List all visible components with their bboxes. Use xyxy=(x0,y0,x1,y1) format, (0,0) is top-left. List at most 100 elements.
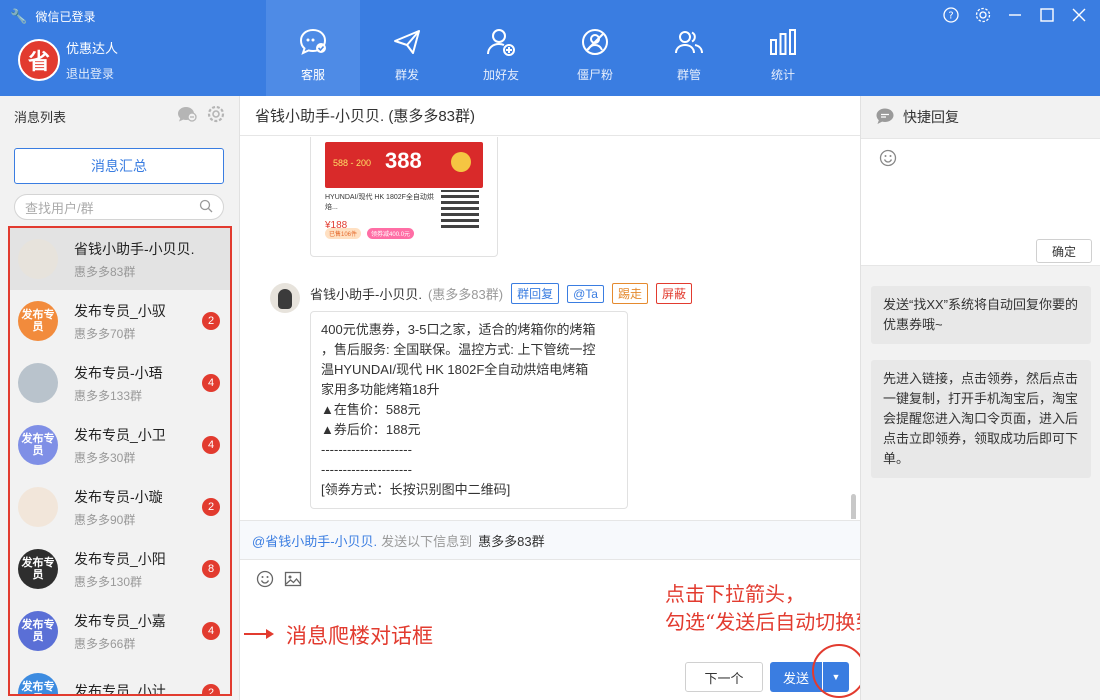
message-list-panel: 消息列表 消息汇总 查找用户/群 省钱小助手-小贝贝. 惠多多83群 发布专员 发布专… xyxy=(0,96,240,700)
contact-item[interactable]: 发布专员 发布专员_小计 2 xyxy=(10,662,230,696)
unread-badge: 2 xyxy=(202,684,220,694)
contact-name: 发布专员_小驭 xyxy=(74,302,166,319)
quick-reply-header: 快捷回复 xyxy=(861,96,1100,138)
bar-chart-icon xyxy=(770,29,796,55)
target-group: 惠多多83群 xyxy=(478,533,545,549)
search-input[interactable]: 查找用户/群 xyxy=(14,194,224,220)
mention-target[interactable]: @省钱小助手-小贝贝. xyxy=(252,531,377,550)
logout-link[interactable]: 退出登录 xyxy=(66,65,118,82)
contact-name: 发布专员_小卫 xyxy=(74,426,166,443)
settings-icon[interactable] xyxy=(974,6,992,24)
confirm-button[interactable]: 确定 xyxy=(1036,239,1092,263)
qr-code-icon xyxy=(441,190,479,228)
help-icon[interactable]: ? xyxy=(942,6,960,24)
search-icon[interactable] xyxy=(199,199,213,216)
compose-toolbar xyxy=(256,570,302,593)
contact-group: 惠多多83群 xyxy=(74,264,136,279)
avatar xyxy=(18,239,58,279)
quick-reply-card[interactable]: 先进入链接，点击领券，然后点击一键复制，打开手机淘宝后，淘宝会提醒您进入淘口令页… xyxy=(871,360,1091,478)
tab-add-friend[interactable]: 加好友 xyxy=(454,0,548,96)
search-placeholder: 查找用户/群 xyxy=(25,200,94,216)
tab-group-manage[interactable]: 群管 xyxy=(642,0,736,96)
speech-bubble-icon xyxy=(875,107,895,128)
quick-reply-title: 快捷回复 xyxy=(903,109,959,125)
message-line: ▲券后价：188元 xyxy=(321,422,421,437)
emoji-icon[interactable] xyxy=(256,570,274,593)
quick-reply-editor[interactable]: 确定 xyxy=(861,138,1100,266)
login-status-text: 微信已登录 xyxy=(35,10,96,24)
contact-group: 惠多多30群 xyxy=(74,450,136,465)
notice-text: 发送以下信息到 xyxy=(381,533,473,549)
message-line: 温HYUNDAI/现代 HK 1802F全自动烘焙电烤箱 xyxy=(321,362,589,377)
banner-small-text: 588 - 200 xyxy=(333,158,372,168)
contact-item[interactable]: 发布专员 发布专员_小驭 惠多多70群 2 xyxy=(10,290,230,352)
gear-icon[interactable] xyxy=(207,105,225,128)
contact-group: 惠多多70群 xyxy=(74,326,136,341)
zombie-fan-icon xyxy=(582,29,608,55)
contact-name: 发布专员_小计 xyxy=(74,683,166,696)
unread-badge: 4 xyxy=(202,374,220,392)
contact-item[interactable]: 发布专员 发布专员_小嘉 惠多多66群 4 xyxy=(10,600,230,662)
contact-list: 省钱小助手-小贝贝. 惠多多83群 发布专员 发布专员_小驭 惠多多70群 2 发布专员-小… xyxy=(8,226,232,696)
chat-check-icon xyxy=(299,28,327,55)
nav-tabs: 客服 群发 加好友 僵尸粉 群管 统计 xyxy=(266,0,830,96)
contact-group: 惠多多66群 xyxy=(74,636,136,651)
contact-item[interactable]: 发布专员-小珸 惠多多133群 4 xyxy=(10,352,230,414)
unread-badge: 8 xyxy=(202,560,220,578)
message-line: 400元优惠券，3-5口之家，适合的烤箱你的烤箱 xyxy=(321,322,596,337)
avatar[interactable] xyxy=(270,283,300,313)
product-image-card[interactable]: 588 - 200 388 HYUNDAI/现代 HK 1802F全自动烘焙..… xyxy=(310,137,498,257)
unread-badge: 2 xyxy=(202,498,220,516)
contact-item[interactable]: 发布专员-小璇 惠多多90群 2 xyxy=(10,476,230,538)
add-user-icon xyxy=(487,29,515,56)
coupon-tag: 领券减400.0元 xyxy=(367,228,415,239)
avatar: 发布专员 xyxy=(18,611,58,651)
sender-group: (惠多多83群) xyxy=(427,287,504,302)
avatar: 发布专员 xyxy=(18,425,58,465)
maximize-icon[interactable] xyxy=(1038,6,1056,24)
contact-item[interactable]: 省钱小助手-小贝贝. 惠多多83群 xyxy=(10,228,230,290)
login-status: 🔧 微信已登录 xyxy=(10,8,95,25)
avatar: 发布专员 xyxy=(18,301,58,341)
message-line: 家用多功能烤箱18升 xyxy=(321,382,440,397)
next-button[interactable]: 下一个 xyxy=(685,662,763,692)
avatar: 发布专员 xyxy=(18,673,58,694)
contact-name: 发布专员_小阳 xyxy=(74,550,166,567)
coupon-banner: 588 - 200 388 xyxy=(325,142,483,188)
send-target-notice: @省钱小助手-小贝贝. 发送以下信息到 惠多多83群 xyxy=(240,520,860,560)
kick-button[interactable]: 踢走 xyxy=(611,283,648,304)
block-button[interactable]: 屏蔽 xyxy=(655,283,692,304)
unread-badge: 2 xyxy=(202,312,220,330)
chat-minus-icon[interactable] xyxy=(177,105,197,128)
unread-badge: 4 xyxy=(202,622,220,640)
tab-broadcast[interactable]: 群发 xyxy=(360,0,454,96)
annotation-arrow xyxy=(244,629,274,639)
message-history[interactable]: 588 - 200 388 HYUNDAI/现代 HK 1802F全自动烘焙..… xyxy=(240,137,860,519)
contact-group: 惠多多133群 xyxy=(74,388,143,403)
message-summary-button[interactable]: 消息汇总 xyxy=(14,148,224,184)
emoji-icon[interactable] xyxy=(879,149,897,172)
window-controls: ? xyxy=(942,6,1088,24)
avatar: 发布专员 xyxy=(18,549,58,589)
minimize-icon[interactable] xyxy=(1006,6,1024,24)
contact-item[interactable]: 发布专员 发布专员_小阳 惠多多130群 8 xyxy=(10,538,230,600)
contact-group: 惠多多90群 xyxy=(74,512,136,527)
avatar xyxy=(18,487,58,527)
contact-name: 发布专员_小嘉 xyxy=(74,612,166,629)
contact-item[interactable]: 发布专员 发布专员_小卫 惠多多30群 4 xyxy=(10,414,230,476)
close-icon[interactable] xyxy=(1070,6,1088,24)
wrench-icon[interactable]: 🔧 xyxy=(10,8,27,25)
tab-statistics[interactable]: 统计 xyxy=(736,0,830,96)
top-bar: 🔧 微信已登录 省 优惠达人 退出登录 客服 群发 加好友 僵尸粉 群管 统计 … xyxy=(0,0,1100,96)
highlight-circle xyxy=(812,644,866,698)
brand-logo: 省 xyxy=(18,39,60,81)
tab-customer-service[interactable]: 客服 xyxy=(266,0,360,96)
tab-zombie-fans[interactable]: 僵尸粉 xyxy=(548,0,642,96)
image-icon[interactable] xyxy=(284,570,302,593)
avatar xyxy=(18,363,58,403)
group-reply-button[interactable]: 群回复 xyxy=(511,283,560,304)
mention-button[interactable]: @Ta xyxy=(567,284,604,303)
contact-name: 发布专员-小璇 xyxy=(74,488,163,505)
quick-reply-card[interactable]: 发送“找XX”系统将自动回复你要的优惠券哦~ xyxy=(871,286,1091,344)
scrollbar[interactable] xyxy=(851,494,856,519)
